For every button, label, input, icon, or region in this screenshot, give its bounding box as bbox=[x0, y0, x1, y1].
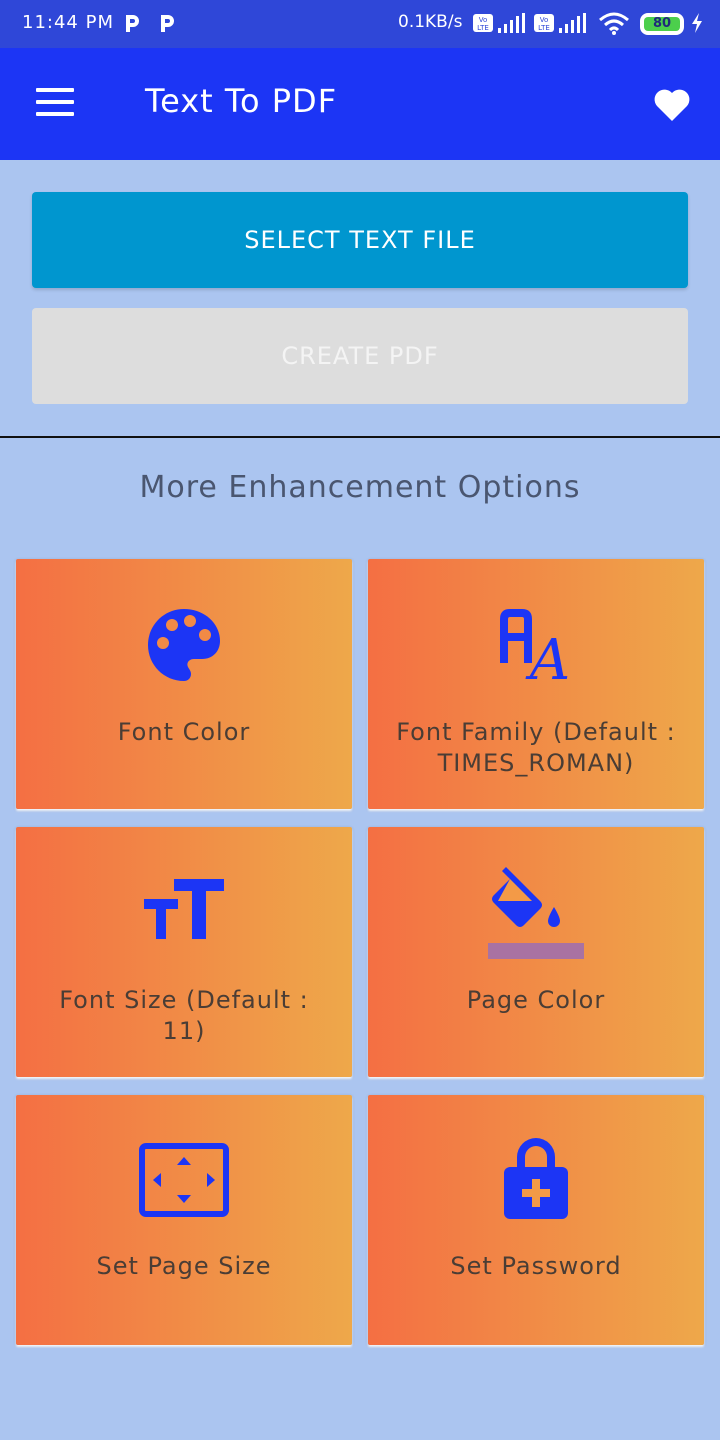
paint-bucket-icon bbox=[488, 863, 584, 967]
page-color-option[interactable]: Page Color bbox=[368, 827, 704, 1077]
font-size-option[interactable]: Font Size (Default : 11) bbox=[16, 827, 352, 1077]
lock-plus-icon bbox=[501, 1135, 571, 1225]
battery-level: 80 bbox=[644, 17, 680, 31]
font-color-option[interactable]: Font Color bbox=[16, 559, 352, 809]
signal-icon bbox=[497, 12, 525, 39]
app-bar: Text To PDF bbox=[0, 48, 720, 160]
svg-text:A: A bbox=[525, 628, 570, 683]
select-text-file-button[interactable]: SELECT TEXT FILE bbox=[32, 192, 688, 288]
signal-icon bbox=[558, 12, 586, 39]
option-label: Font Color bbox=[117, 718, 251, 746]
font-family-icon: A bbox=[498, 607, 574, 693]
page-size-icon bbox=[139, 1143, 229, 1221]
option-label: Set Password bbox=[450, 1252, 622, 1280]
set-password-option[interactable]: Set Password bbox=[368, 1095, 704, 1345]
network-speed: 0.1KB/s bbox=[398, 12, 463, 32]
p-icon bbox=[122, 12, 142, 34]
font-family-option[interactable]: A Font Family (Default : TIMES_ROMAN) bbox=[368, 559, 704, 809]
svg-text:Vo: Vo bbox=[540, 16, 549, 24]
status-bar: 11:44 PM 0.1KB/s Vo LTE Vo LTE 80 bbox=[0, 0, 720, 48]
section-title: More Enhancement Options bbox=[139, 470, 581, 505]
p-icon bbox=[157, 12, 177, 34]
heart-icon[interactable] bbox=[650, 82, 694, 126]
volte-icon: Vo LTE bbox=[472, 12, 494, 39]
battery-icon: 80 bbox=[640, 13, 684, 35]
palette-icon bbox=[146, 607, 222, 687]
hamburger-menu-icon[interactable] bbox=[36, 88, 76, 120]
app-title: Text To PDF bbox=[145, 82, 338, 120]
page-size-option[interactable]: Set Page Size bbox=[16, 1095, 352, 1345]
svg-text:Vo: Vo bbox=[479, 16, 488, 24]
status-time: 11:44 PM bbox=[22, 12, 114, 33]
option-label: Font Family (Default : TIMES_ROMAN) bbox=[396, 718, 676, 777]
wifi-icon bbox=[598, 12, 630, 41]
svg-text:LTE: LTE bbox=[477, 24, 489, 32]
option-label: Set Page Size bbox=[96, 1252, 272, 1280]
charging-icon bbox=[690, 12, 704, 39]
option-label: Page Color bbox=[466, 986, 606, 1014]
create-pdf-button[interactable]: CREATE PDF bbox=[32, 308, 688, 404]
svg-text:LTE: LTE bbox=[538, 24, 550, 32]
volte-icon: Vo LTE bbox=[533, 12, 555, 39]
divider bbox=[0, 436, 720, 438]
text-size-icon bbox=[144, 879, 224, 947]
option-label: Font Size (Default : 11) bbox=[59, 986, 309, 1045]
